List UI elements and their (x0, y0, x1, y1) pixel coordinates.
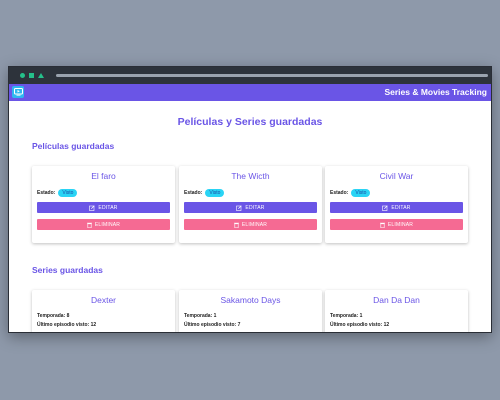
edit-icon (89, 204, 95, 211)
season-row: Temporada: 8 (37, 313, 69, 319)
delete-button[interactable]: ELIMINAR (330, 219, 463, 230)
status-row: Estado: Visto (330, 189, 371, 197)
last-episode-row: Último episodio visto: 7 (184, 322, 240, 328)
series-card: Sakamoto Days Temporada: 1 Último episod… (179, 290, 322, 332)
edit-icon (236, 204, 242, 211)
series-section-title: Series guardadas (32, 265, 103, 275)
last-episode-row: Último episodio visto: 12 (37, 322, 96, 328)
last-episode-value: 12 (383, 322, 390, 328)
season-label: Temporada: (37, 313, 66, 319)
edit-label: EDITAR (98, 204, 118, 211)
delete-label: ELIMINAR (241, 221, 268, 228)
edit-icon (382, 204, 388, 211)
series-card: Dexter Temporada: 8 Último episodio vist… (32, 290, 175, 332)
edit-button[interactable]: EDITAR (37, 202, 170, 213)
edit-button[interactable]: EDITAR (330, 202, 463, 213)
series-title: Dan Da Dan (373, 295, 420, 305)
edit-label: EDITAR (245, 204, 265, 211)
status-label: Estado: (184, 190, 203, 196)
season-row: Temporada: 1 (330, 313, 362, 319)
trash-icon (86, 222, 92, 228)
browser-window: Series & Movies Tracking Películas y Ser… (8, 66, 492, 333)
status-badge: Visto (205, 189, 225, 197)
delete-label: ELIMINAR (387, 221, 414, 228)
series-card: Dan Da Dan Temporada: 1 Último episodio … (325, 290, 468, 332)
main-content: Películas y Series guardadas Películas g… (9, 101, 491, 332)
last-episode-label: Último episodio visto: (330, 322, 383, 328)
delete-label: ELIMINAR (94, 221, 121, 228)
edit-button[interactable]: EDITAR (184, 202, 317, 213)
series-title: Dexter (90, 295, 117, 305)
season-row: Temporada: 1 (184, 313, 216, 319)
navbar: Series & Movies Tracking (9, 84, 491, 101)
trash-icon (233, 222, 239, 228)
edit-label: EDITAR (391, 204, 411, 211)
season-value: 1 (359, 313, 363, 319)
status-badge: Visto (58, 189, 78, 197)
status-label: Estado: (37, 190, 56, 196)
movie-title: Civil War (379, 171, 414, 181)
status-row: Estado: Visto (184, 189, 225, 197)
last-episode-label: Último episodio visto: (37, 322, 90, 328)
season-value: 8 (66, 313, 70, 319)
last-episode-row: Último episodio visto: 12 (330, 322, 389, 328)
square-icon (29, 73, 34, 78)
tv-logo-icon[interactable] (12, 86, 24, 98)
status-badge: Visto (351, 189, 371, 197)
movie-card: El faro Estado: Visto EDITAR ELIMINAR (32, 166, 175, 243)
last-episode-label: Último episodio visto: (184, 322, 237, 328)
season-value: 1 (213, 313, 217, 319)
season-label: Temporada: (184, 313, 213, 319)
movie-title: El faro (91, 171, 116, 181)
triangle-icon (38, 73, 44, 78)
movies-section-title: Películas guardadas (32, 141, 115, 151)
app-brand[interactable]: Series & Movies Tracking (384, 87, 487, 97)
trash-icon (379, 222, 385, 228)
series-title: Sakamoto Days (220, 295, 281, 305)
circle-icon (20, 73, 25, 78)
delete-button[interactable]: ELIMINAR (184, 219, 317, 230)
season-label: Temporada: (330, 313, 359, 319)
page-title: Películas y Series guardadas (177, 116, 323, 128)
last-episode-value: 7 (237, 322, 241, 328)
address-bar[interactable] (56, 74, 488, 77)
status-label: Estado: (330, 190, 349, 196)
movie-title: The Wicth (231, 171, 270, 181)
movie-card: Civil War Estado: Visto EDITAR ELIMINAR (325, 166, 468, 243)
status-row: Estado: Visto (37, 189, 78, 197)
movie-card: The Wicth Estado: Visto EDITAR ELIMINAR (179, 166, 322, 243)
last-episode-value: 12 (90, 322, 97, 328)
browser-chrome (9, 67, 491, 84)
delete-button[interactable]: ELIMINAR (37, 219, 170, 230)
